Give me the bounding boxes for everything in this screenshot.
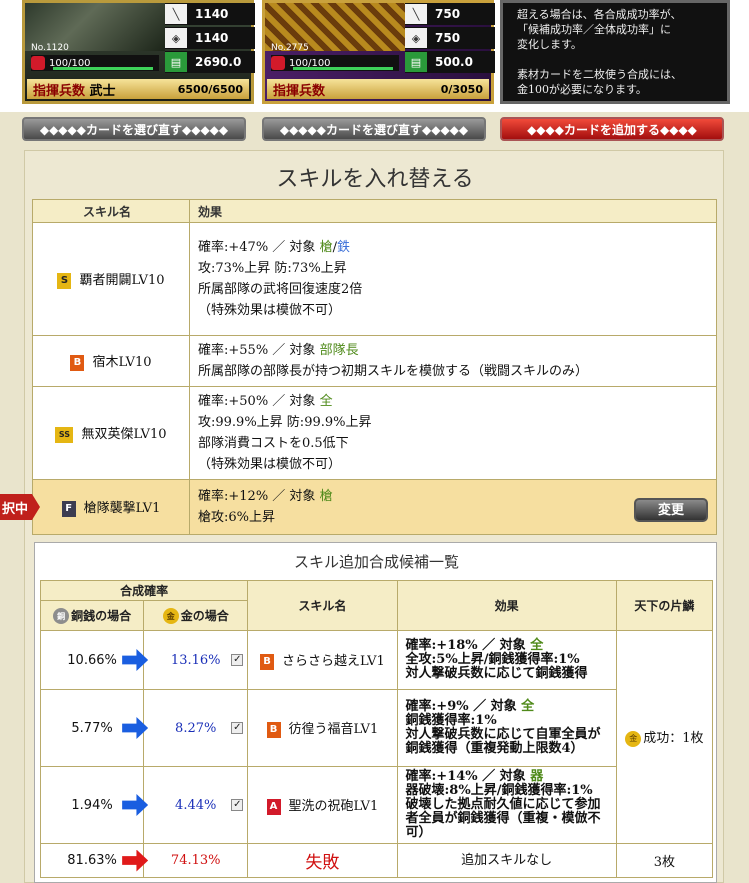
selected-tab: 択中 [0, 494, 40, 520]
base-card[interactable]: ╲ 1140 ◈ 1140 ▤ 2690.0 No.1120 100/100 指揮兵数… [22, 0, 255, 104]
card-number: No.2775 [271, 43, 309, 53]
attack-stat: ╲ 1140 [165, 3, 255, 25]
skill-name-header: スキル名 [32, 199, 190, 223]
sword-icon: ╲ [405, 4, 427, 24]
add-card-button[interactable]: ◆◆◆◆カードを追加する◆◆◆◆ [500, 117, 724, 141]
defense-stat: ◈ 1140 [165, 27, 255, 49]
rank-s-icon: S [57, 272, 72, 289]
fail-row: 81.63% 74.13% 失敗 追加スキルなし 3枚 [39, 843, 714, 878]
card-number: No.1120 [31, 43, 69, 53]
tenka-header: 天下の片鱗 [615, 580, 714, 631]
hp-display: 100/100 [271, 55, 399, 71]
rank-f-icon: F [61, 500, 76, 517]
intellect-stat: ▤ 500.0 [405, 51, 495, 73]
hp-display: 100/100 [31, 55, 159, 71]
book-icon: ▤ [405, 52, 427, 72]
shield-icon: ◈ [165, 28, 187, 48]
checkbox[interactable]: ✓ [231, 799, 244, 811]
skill-table: スキル名 効果 S 覇者開闢LV10 確率:+47% ／ 対象 槍/鉄 攻:73%上… [32, 199, 717, 535]
heart-icon [271, 56, 285, 70]
candidates-title: スキル追加合成候補一覧 [293, 553, 459, 571]
rank-a-icon: A [266, 798, 281, 815]
gold-coin-icon: 金 [625, 730, 642, 747]
intellect-stat: ▤ 2690.0 [165, 51, 255, 73]
candidate-row: 5.77% 8.27% ✓ B 彷徨う福音LV1 確率:+9% ／ 対象 全 銅銭獲… [39, 689, 713, 767]
hp-bar [293, 67, 393, 70]
skill-row[interactable]: B 宿木LV10 確率:+55% ／ 対象 部隊長 所属部隊の部隊長が持つ初期スキ… [32, 335, 717, 387]
heart-icon [31, 56, 45, 70]
command-troops: 指揮兵数 武士 6500/6500 [27, 79, 249, 99]
rank-b-icon: B [260, 653, 275, 670]
skill-row[interactable]: S 覇者開闢LV10 確率:+47% ／ 対象 槍/鉄 攻:73%上昇 防:73%… [32, 222, 717, 336]
command-troops: 指揮兵数 0/3050 [267, 79, 489, 99]
sword-icon: ╲ [165, 4, 187, 24]
candidate-row: 1.94% 4.44% ✓ A 聖洗の祝砲LV1 確率:+14% ／ 対象 器 器破… [39, 766, 713, 844]
candidate-table: 合成確率 スキル名 効果 天下の片鱗 銅銅銭の場合 金金の場合 10.66% 1… [39, 580, 714, 878]
selected-skill-row[interactable]: F 槍隊襲撃LV1 確率:+12% ／ 対象 槍 槍攻:6%上昇 変更 [32, 479, 717, 535]
shield-icon: ◈ [405, 28, 427, 48]
copper-coin-icon: 銅 [53, 608, 70, 625]
effect-header: 効果 [189, 199, 717, 223]
rank-b-icon: B [70, 354, 85, 371]
gold-coin-icon: 金 [162, 608, 179, 625]
book-icon: ▤ [165, 52, 187, 72]
panel-title: スキルを入れ替える [276, 167, 474, 192]
reselect-card-button[interactable]: ◆◆◆◆◆カードを選び直す◆◆◆◆◆ [262, 117, 486, 141]
material-card[interactable]: ╲ 750 ◈ 750 ▤ 500.0 No.2775 100/100 指揮兵数 0/3… [262, 0, 495, 104]
rank-ss-icon: SS [55, 426, 74, 443]
candidate-panel: スキル追加合成候補一覧 合成確率 スキル名 効果 天下の片鱗 銅銅銭の場合 金金… [34, 542, 717, 883]
checkbox[interactable]: ✓ [231, 722, 244, 734]
candidate-row: 10.66% 13.16% ✓ B さらさら越えLV1 確率:+18% ／ 対象 全… [39, 630, 714, 844]
skill-row[interactable]: SS 無双英傑LV10 確率:+50% ／ 対象 全 攻:99.9%上昇 防:99… [32, 386, 717, 480]
reselect-card-button[interactable]: ◆◆◆◆◆カードを選び直す◆◆◆◆◆ [22, 117, 246, 141]
effect-header: 効果 [396, 580, 617, 631]
attack-stat: ╲ 750 [405, 3, 495, 25]
hp-bar [53, 67, 153, 70]
rank-b-icon: B [266, 721, 281, 738]
skill-header: スキル名 [247, 580, 398, 631]
checkbox[interactable]: ✓ [231, 654, 244, 666]
rate-header: 合成確率 [39, 580, 249, 601]
info-box: 超える場合は、各合成成功率が、 「候補成功率／全体成功率」に 変化します。 素材… [500, 0, 730, 104]
defense-stat: ◈ 750 [405, 27, 495, 49]
change-button[interactable]: 変更 [634, 498, 708, 522]
